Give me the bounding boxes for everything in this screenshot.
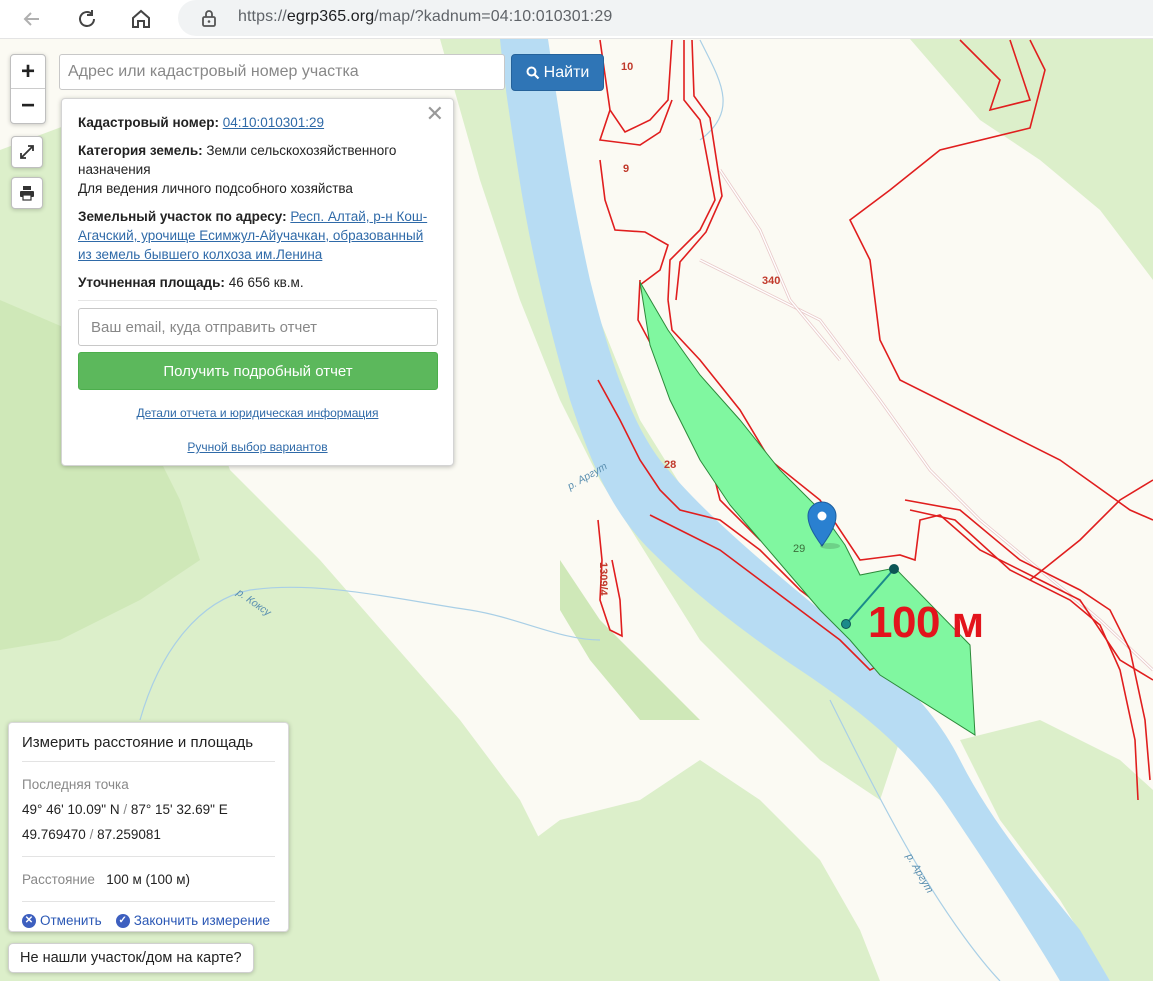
home-button[interactable] <box>126 4 156 34</box>
parcel-label-28: 28 <box>664 459 676 471</box>
search-button-label: Найти <box>543 63 590 81</box>
email-field[interactable] <box>78 308 438 346</box>
parcel-info-popup: ✕ Кадастровый номер: 04:10:010301:29 Кат… <box>61 98 454 466</box>
parcel-label-10: 10 <box>621 61 633 73</box>
coords-decimal: 49.769470 / 87.259081 <box>22 822 275 847</box>
url-scheme: https:// <box>238 8 287 25</box>
parcel-label-9: 9 <box>623 163 629 175</box>
distance-label: Расстояние <box>22 872 95 887</box>
search-input[interactable] <box>59 54 505 90</box>
search-button[interactable]: Найти <box>511 54 604 91</box>
cadnum-label: Кадастровый номер: <box>78 115 219 130</box>
search-icon <box>526 66 539 79</box>
last-point-label: Последняя точка <box>22 777 129 792</box>
distance-value: 100 м (100 м) <box>106 872 191 887</box>
area-value: 46 656 кв.м. <box>228 275 304 290</box>
coords-dec-lat: 49.769470 <box>22 827 86 842</box>
coords-separator: / <box>119 802 131 817</box>
print-button[interactable] <box>11 177 43 209</box>
manual-link-row: Ручной выбор вариантов <box>78 438 437 457</box>
category-label: Категория земель: <box>78 143 203 158</box>
parcel-label-340: 340 <box>762 275 780 287</box>
usage-value: Для ведения личного подсобного хозяйства <box>78 181 353 196</box>
url-host: egrp365.org <box>286 8 375 25</box>
last-point-section: Последняя точка 49° 46' 10.09" N / 87° 1… <box>22 762 275 857</box>
expand-icon <box>20 145 34 159</box>
arrow-left-icon <box>23 12 39 26</box>
zoom-out-button[interactable]: − <box>11 89 45 123</box>
cancel-label: Отменить <box>40 913 102 928</box>
finish-label: Закончить измерение <box>133 913 270 928</box>
url-text[interactable]: https://egrp365.org/map/?kadnum=04:10:01… <box>238 8 612 26</box>
close-icon[interactable]: ✕ <box>426 103 444 125</box>
coords-separator-2: / <box>85 827 98 842</box>
fullscreen-button[interactable] <box>11 136 43 168</box>
measure-actions: ✕ Отменить ✓ Закончить измерение <box>22 902 275 928</box>
coords-dec-lon: 87.259081 <box>97 827 161 842</box>
get-report-button[interactable]: Получить подробный отчет <box>78 352 438 390</box>
manual-select-link[interactable]: Ручной выбор вариантов <box>187 440 327 454</box>
lock-icon[interactable] <box>200 8 218 33</box>
category-row: Категория земель: Земли сельскохозяйстве… <box>78 141 437 198</box>
area-row: Уточненная площадь: 46 656 кв.м. <box>78 273 437 292</box>
parcel-label-1309-4: 1309/4 <box>597 562 609 597</box>
cancel-icon: ✕ <box>22 913 36 928</box>
cadnum-link[interactable]: 04:10:010301:29 <box>223 115 324 130</box>
cadnum-row: Кадастровый номер: 04:10:010301:29 <box>78 113 437 132</box>
zoom-in-button[interactable]: + <box>11 55 45 89</box>
reload-icon <box>79 10 95 27</box>
coords-dms: 49° 46' 10.09" N / 87° 15' 32.69" E <box>22 797 275 822</box>
popup-divider <box>78 300 437 301</box>
finish-measure-button[interactable]: ✓ Закончить измерение <box>115 913 270 928</box>
reload-button[interactable] <box>72 4 102 34</box>
coords-dms-lat: 49° 46' 10.09" N <box>22 802 120 817</box>
area-label: Уточненная площадь: <box>78 275 225 290</box>
details-link[interactable]: Детали отчета и юридическая информация <box>137 406 379 420</box>
measure-panel: Измерить расстояние и площадь Последняя … <box>8 722 289 932</box>
distance-row: Расстояние 100 м (100 м) <box>22 867 275 892</box>
address-row: Земельный участок по адресу: Респ. Алтай… <box>78 207 437 264</box>
not-found-button[interactable]: Не нашли участок/дом на карте? <box>8 943 254 973</box>
parcel-label-29: 29 <box>793 543 805 555</box>
measure-title: Измерить расстояние и площадь <box>22 723 275 762</box>
printer-icon <box>20 186 34 201</box>
home-icon <box>132 9 150 28</box>
coords-dms-lon: 87° 15' 32.69" E <box>130 802 228 817</box>
cancel-measure-button[interactable]: ✕ Отменить <box>22 913 102 928</box>
back-button[interactable] <box>17 4 47 34</box>
url-path: /map/?kadnum=04:10:010301:29 <box>374 8 613 25</box>
address-label: Земельный участок по адресу: <box>78 209 287 224</box>
measure-overlay-text: 100 м <box>868 598 984 647</box>
distance-section: Расстояние 100 м (100 м) <box>22 857 275 902</box>
details-link-row: Детали отчета и юридическая информация <box>78 404 437 423</box>
check-icon: ✓ <box>115 913 130 928</box>
zoom-control: + − <box>10 54 46 124</box>
browser-toolbar: https://egrp365.org/map/?kadnum=04:10:01… <box>0 0 1153 39</box>
